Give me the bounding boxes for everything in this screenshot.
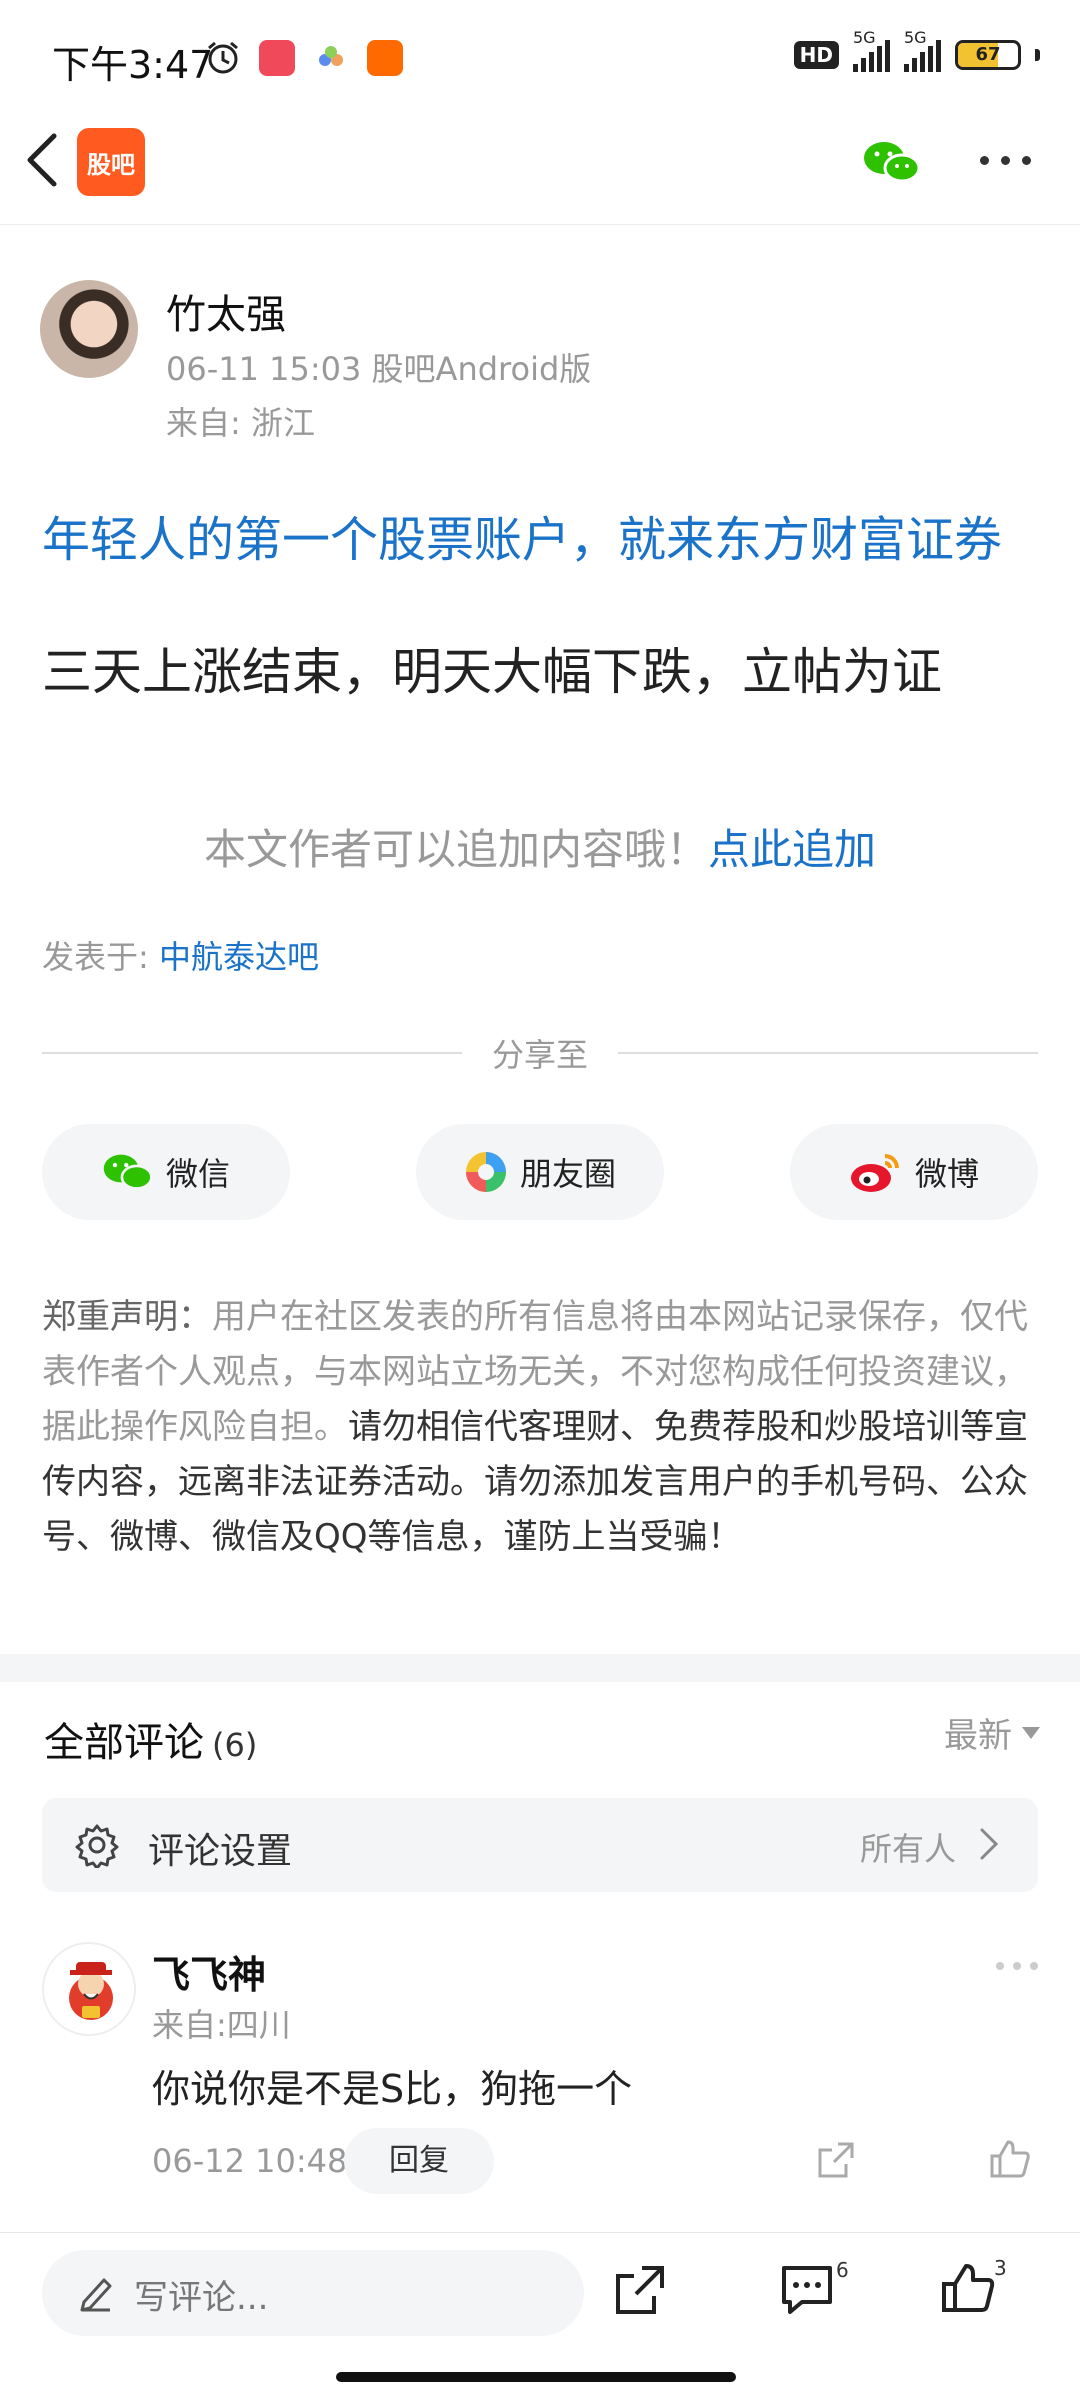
- alarm-icon: [208, 41, 238, 74]
- comment-settings-row[interactable]: 评论设置 所有人: [42, 1798, 1038, 1892]
- status-right: HD 5G 5G 67: [793, 28, 1040, 72]
- share-moments-button[interactable]: 朋友圈: [416, 1124, 664, 1220]
- bottom-divider: [0, 2232, 1080, 2233]
- posted-in-label: 发表于:: [42, 938, 159, 976]
- comment-more-icon[interactable]: [996, 1962, 1038, 1970]
- bar-link[interactable]: 中航泰达吧: [159, 938, 319, 976]
- comment-settings-value: 所有人: [859, 1830, 956, 1868]
- append-hint: 本文作者可以追加内容哦！点此追加: [0, 816, 1080, 877]
- cloud-app-icon: [319, 46, 343, 66]
- chevron-right-icon: [980, 1828, 999, 1860]
- write-comment-placeholder: 写评论...: [134, 2278, 269, 2318]
- share-icon[interactable]: [612, 2262, 668, 2318]
- append-hint-text: 本文作者可以追加内容哦！: [203, 825, 708, 874]
- share-wechat-button[interactable]: 微信: [42, 1124, 290, 1220]
- wechat-icon: [103, 1154, 153, 1190]
- signal-2-icon: 5G: [904, 28, 941, 72]
- ad-link[interactable]: 年轻人的第一个股票账户，就来东方财富证券: [42, 500, 1002, 570]
- commenter-location: 来自:四川: [152, 2006, 291, 2044]
- nav-divider: [0, 224, 1080, 225]
- share-wechat-label: 微信: [165, 1155, 230, 1193]
- pen-icon: [80, 2278, 112, 2312]
- battery-icon: 67: [955, 40, 1021, 70]
- back-icon[interactable]: [22, 130, 62, 190]
- comment-time: 06-12 10:48: [152, 2142, 348, 2180]
- posted-in: 发表于: 中航泰达吧: [42, 932, 319, 978]
- comments-title: 全部评论 (6): [44, 1710, 257, 1768]
- gear-icon: [75, 1824, 119, 1868]
- status-time: 下午3:47: [52, 43, 214, 87]
- share-icon[interactable]: [816, 2140, 856, 2180]
- comment-settings-label: 评论设置: [148, 1831, 293, 1872]
- home-indicator[interactable]: [336, 2372, 736, 2382]
- post-location: 来自: 浙江: [166, 404, 315, 442]
- share-weibo-button[interactable]: 微博: [790, 1124, 1038, 1220]
- post-body: 三天上涨结束，明天大幅下跌，立帖为证: [42, 643, 942, 701]
- guba-logo[interactable]: 股吧: [77, 128, 145, 196]
- disclaimer-lead: 郑重声明：: [42, 1297, 212, 1337]
- comment-icon[interactable]: [778, 2262, 836, 2318]
- share-weibo-label: 微博: [914, 1155, 979, 1193]
- share-moments-label: 朋友圈: [519, 1155, 616, 1193]
- thumbs-up-icon[interactable]: [988, 2138, 1032, 2180]
- author-avatar[interactable]: [40, 280, 138, 378]
- sort-toggle[interactable]: 最新: [944, 1708, 1040, 1757]
- commenter-avatar[interactable]: [42, 1942, 136, 2036]
- battery-tip: [1035, 49, 1040, 61]
- comment-count-badge: 6: [836, 2258, 849, 2282]
- app-notification-icon: [259, 40, 295, 76]
- write-comment-input[interactable]: 写评论...: [42, 2250, 584, 2336]
- sort-label: 最新: [944, 1716, 1012, 1756]
- section-separator: [0, 1654, 1080, 1682]
- post-meta: 06-11 15:03 股吧Android版: [166, 350, 592, 388]
- share-title: 分享至: [492, 1036, 589, 1074]
- like-count-badge: 3: [994, 2256, 1007, 2280]
- reply-button[interactable]: 回复: [344, 2128, 494, 2194]
- share-divider: 分享至: [42, 1030, 1039, 1076]
- thumbs-up-icon[interactable]: [940, 2260, 996, 2316]
- wechat-icon[interactable]: [862, 138, 922, 186]
- comments-count: (6): [212, 1726, 258, 1764]
- append-link[interactable]: 点此追加: [708, 825, 876, 874]
- comment-text: 你说你是不是S比，狗拖一个: [152, 2067, 633, 2111]
- more-icon[interactable]: [980, 156, 1031, 165]
- commenter-name[interactable]: 飞飞神: [152, 1944, 266, 1999]
- moments-icon: [465, 1152, 506, 1192]
- hd-badge: HD: [793, 41, 839, 69]
- signal-1-icon: 5G: [853, 28, 890, 72]
- weibo-icon: [850, 1154, 899, 1192]
- comments-title-text: 全部评论: [44, 1720, 204, 1766]
- caret-down-icon: [1022, 1726, 1040, 1739]
- disclaimer: 郑重声明：用户在社区发表的所有信息将由本网站记录保存，仅代表作者个人观点，与本网…: [42, 1290, 1038, 1565]
- mi-icon: [367, 40, 403, 76]
- author-name[interactable]: 竹太强: [166, 282, 286, 340]
- status-app-icons: [205, 40, 403, 76]
